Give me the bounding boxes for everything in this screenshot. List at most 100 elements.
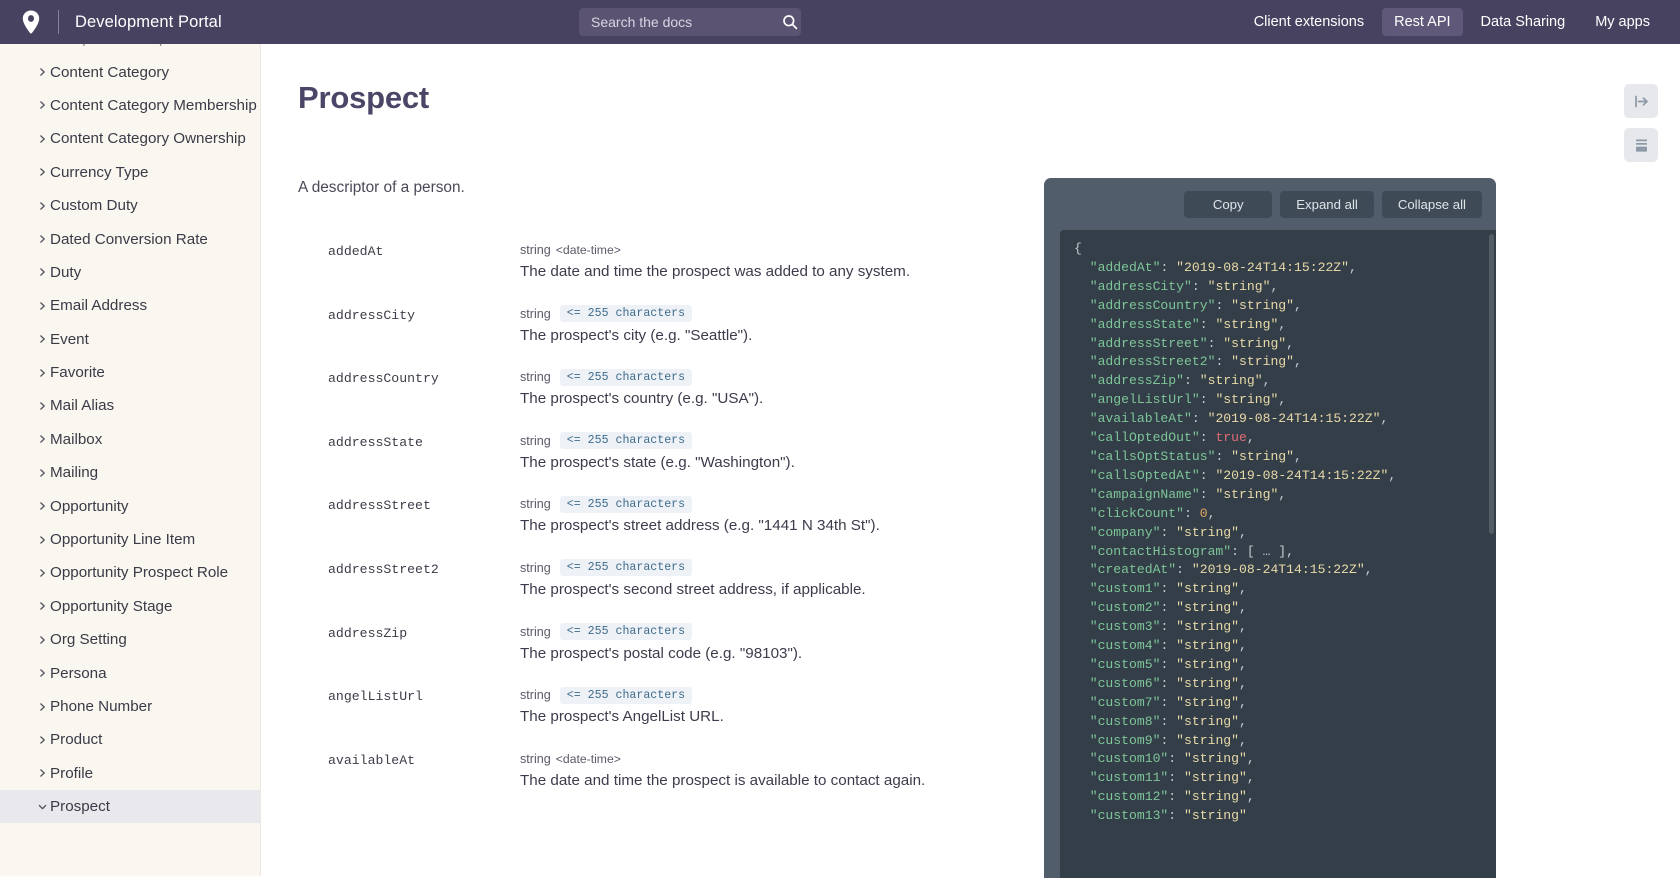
code-token: : [ … ], xyxy=(1231,543,1295,559)
code-line: "custom4": "string", xyxy=(1074,637,1496,656)
search-box[interactable] xyxy=(579,8,801,36)
property-constraint-badge: <= 255 characters xyxy=(559,623,693,641)
property-constraint-badge: <= 255 characters xyxy=(559,686,693,704)
code-token: , xyxy=(1349,259,1357,275)
code-token: , xyxy=(1294,354,1302,370)
sidebar-item-opportunity[interactable]: Opportunity xyxy=(0,489,260,522)
code-token: : xyxy=(1160,656,1177,672)
property-details: string <= 255 characters The prospect's st… xyxy=(520,490,1021,554)
sidebar-item-product[interactable]: Product xyxy=(0,723,260,756)
code-line: "custom2": "string", xyxy=(1074,599,1496,618)
code-token: : xyxy=(1160,619,1177,635)
code-token: , xyxy=(1239,732,1247,748)
property-type: string xyxy=(520,751,551,766)
sidebar-item-currency-type[interactable]: Currency Type xyxy=(0,156,260,189)
sidebar-item-dated-conversion-rate[interactable]: Dated Conversion Rate xyxy=(0,222,260,255)
sidebar-item-profile[interactable]: Profile xyxy=(0,757,260,790)
code-token: : xyxy=(1215,448,1232,464)
code-token: "string" xyxy=(1215,392,1279,408)
property-type: string xyxy=(520,433,551,448)
sidebar-item-event[interactable]: Event xyxy=(0,323,260,356)
sidebar-item-content-category[interactable]: Content Category xyxy=(0,55,260,88)
code-token: , xyxy=(1278,392,1287,408)
sidebar-item-label: Opportunity xyxy=(50,497,129,515)
search-input[interactable] xyxy=(579,8,782,36)
property-format: <date-time> xyxy=(555,751,621,766)
code-token: "string" xyxy=(1184,751,1247,767)
code-token: "string" xyxy=(1231,297,1295,313)
code-token: "custom10" xyxy=(1074,751,1169,767)
code-token: , xyxy=(1286,335,1295,351)
sidebar-item-mailbox[interactable]: Mailbox xyxy=(0,423,260,456)
sidebar[interactable]: Compliance Request Content Category Conten… xyxy=(0,44,261,876)
sidebar-item-email-address[interactable]: Email Address xyxy=(0,289,260,322)
code-scrollbar[interactable] xyxy=(1489,234,1494,534)
search-icon[interactable] xyxy=(782,8,804,36)
property-name: addedAt xyxy=(328,244,384,259)
brand[interactable]: Development Portal xyxy=(0,9,222,35)
collapse-all-button[interactable]: Collapse all xyxy=(1381,190,1482,218)
code-token: "string" xyxy=(1176,694,1240,710)
code-token: : xyxy=(1160,524,1177,540)
sidebar-item-opportunity-line-item[interactable]: Opportunity Line Item xyxy=(0,523,260,556)
property-row: angelListUrl string <= 255 characters The p… xyxy=(261,681,1021,745)
sidebar-item-compliance-request[interactable]: Compliance Request xyxy=(0,44,260,55)
sidebar-item-persona[interactable]: Persona xyxy=(0,656,260,689)
sidebar-item-content-category-ownership[interactable]: Content Category Ownership xyxy=(0,122,260,155)
code-token: "string" xyxy=(1231,448,1295,464)
code-token: : xyxy=(1199,486,1216,502)
sidebar-item-content-category-membership[interactable]: Content Category Membership xyxy=(0,89,260,122)
code-token: : xyxy=(1168,751,1185,767)
sidebar-item-prospect[interactable]: Prospect xyxy=(0,789,260,824)
panel-layout-icon[interactable] xyxy=(1624,128,1658,162)
sidebar-item-phone-number[interactable]: Phone Number xyxy=(0,690,260,723)
sidebar-item-mail-alias[interactable]: Mail Alias xyxy=(0,389,260,422)
code-token: "string" xyxy=(1231,354,1295,370)
property-type: string xyxy=(520,306,551,321)
nav-link-client-extensions[interactable]: Client extensions xyxy=(1242,8,1376,36)
code-line: "callOptedOut": true, xyxy=(1074,429,1496,448)
properties-list: addedAt string <date-time> The date and tim… xyxy=(261,236,1021,808)
property-details: string <= 255 characters The prospect's co… xyxy=(520,363,1021,427)
sidebar-item-label: Email Address xyxy=(50,297,148,315)
sidebar-item-favorite[interactable]: Favorite xyxy=(0,356,260,389)
sidebar-item-custom-duty[interactable]: Custom Duty xyxy=(0,189,260,222)
nav-link-my-apps[interactable]: My apps xyxy=(1583,8,1662,36)
code-token: "callOptedOut" xyxy=(1074,430,1200,446)
property-format: <date-time> xyxy=(555,243,621,257)
collapse-right-arrow-icon[interactable] xyxy=(1624,84,1658,118)
code-token: "string" xyxy=(1176,600,1240,616)
expand-all-button[interactable]: Expand all xyxy=(1280,190,1374,218)
sidebar-item-opportunity-stage[interactable]: Opportunity Stage xyxy=(0,590,260,623)
sidebar-item-opportunity-prospect-role[interactable]: Opportunity Prospect Role xyxy=(0,556,260,589)
code-body[interactable]: { "addedAt": "2019-08-24T14:15:22Z", "ad… xyxy=(1060,230,1496,878)
sidebar-item-duty[interactable]: Duty xyxy=(0,256,260,289)
property-row: availableAt string <date-time> The date and… xyxy=(261,745,1021,809)
code-line: "addressStreet": "string", xyxy=(1074,335,1496,354)
code-token: "string" xyxy=(1176,713,1240,729)
code-token: , xyxy=(1380,411,1389,427)
property-constraint-badge: <= 255 characters xyxy=(559,432,693,450)
code-token: , xyxy=(1270,278,1279,294)
property-details: string <= 255 characters The prospect's An… xyxy=(520,681,1021,745)
sidebar-item-org-setting[interactable]: Org Setting xyxy=(0,623,260,656)
property-row: addressStreet string <= 255 characters The … xyxy=(261,490,1021,554)
code-token: "addressStreet" xyxy=(1074,335,1208,351)
code-line: + "contactHistogram": [ … ], xyxy=(1074,543,1496,562)
code-token: : xyxy=(1160,713,1177,729)
code-token: "string" xyxy=(1176,638,1240,654)
code-line: "angelListUrl": "string", xyxy=(1074,391,1496,410)
code-line: "clickCount": 0, xyxy=(1074,505,1496,524)
code-sample-panel: Copy Expand all Collapse all { "addedAt": … xyxy=(1044,178,1496,878)
nav-link-rest-api[interactable]: Rest API xyxy=(1382,8,1463,36)
code-token: "clickCount" xyxy=(1074,505,1185,521)
code-token: : xyxy=(1215,354,1232,370)
code-toolbar: Copy Expand all Collapse all xyxy=(1044,178,1496,230)
sidebar-item-mailing[interactable]: Mailing xyxy=(0,456,260,489)
code-token: , xyxy=(1239,600,1247,616)
code-token: : xyxy=(1199,392,1216,408)
nav-link-data-sharing[interactable]: Data Sharing xyxy=(1469,8,1578,36)
code-line: "availableAt": "2019-08-24T14:15:22Z", xyxy=(1074,410,1496,429)
copy-button[interactable]: Copy xyxy=(1184,190,1273,218)
code-token: "string" xyxy=(1215,486,1279,502)
